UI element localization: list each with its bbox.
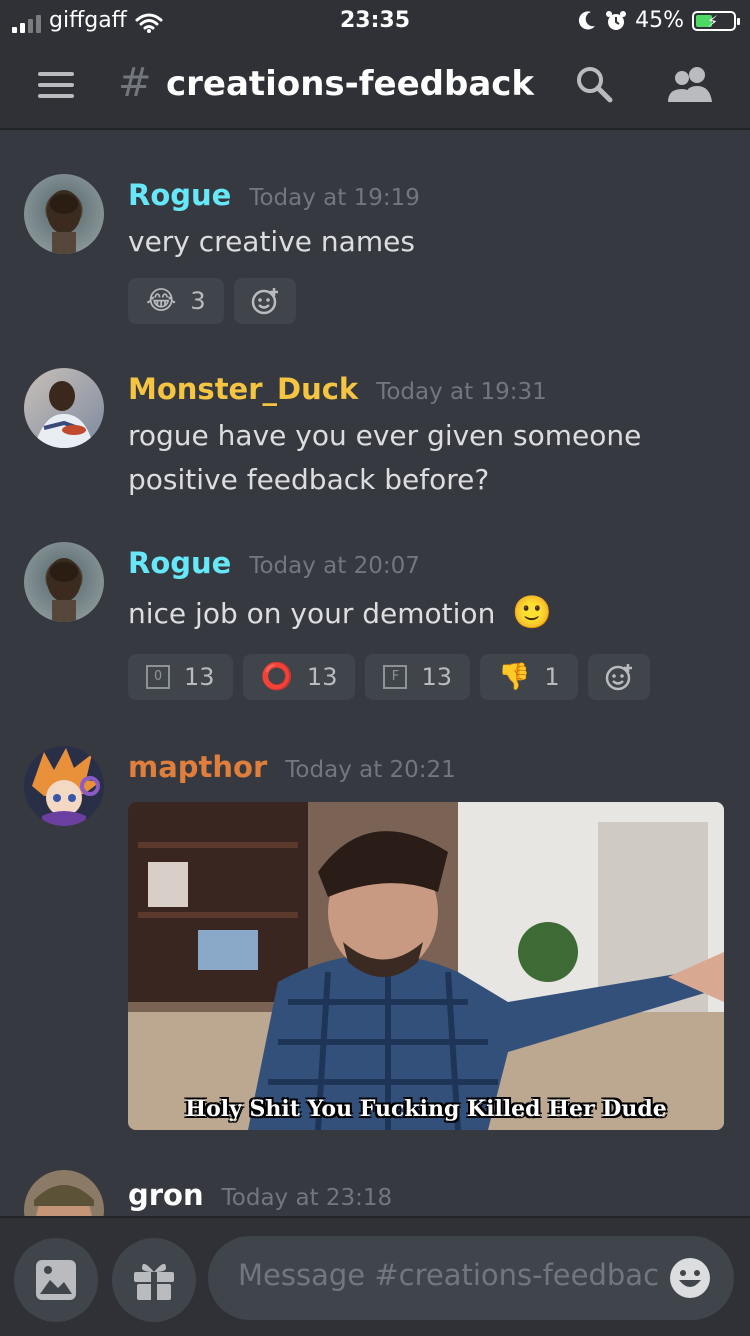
gift-button[interactable] xyxy=(112,1238,196,1322)
avatar[interactable] xyxy=(24,1170,104,1216)
reaction-joy[interactable]: 😂 3 xyxy=(128,278,224,324)
timestamp: Today at 19:19 xyxy=(249,185,420,211)
reaction-red-circle[interactable]: ⭕ 13 xyxy=(242,654,356,700)
reaction-letter-o[interactable]: O 13 xyxy=(128,654,233,700)
red-circle-emoji: ⭕ xyxy=(260,662,293,692)
reaction-count: 1 xyxy=(544,663,560,691)
gif-embed[interactable]: Holy Shit You Fucking Killed Her Dude xyxy=(128,802,724,1130)
avatar-face xyxy=(47,558,81,622)
avatar-face xyxy=(34,1185,94,1216)
reaction-thumbs-down[interactable]: 👎 1 xyxy=(480,654,578,700)
joy-emoji: 😂 xyxy=(146,286,177,316)
avatar[interactable] xyxy=(24,542,104,622)
username[interactable]: Rogue xyxy=(128,546,231,580)
message-text: very creative names xyxy=(128,225,415,258)
reaction-letter-f[interactable]: F 13 xyxy=(365,654,471,700)
add-reaction-button[interactable] xyxy=(233,278,296,324)
search-icon[interactable] xyxy=(574,64,614,104)
reaction-count: 13 xyxy=(306,663,338,691)
moon-icon xyxy=(579,10,596,29)
slightly-smiling-emoji: 🙂 xyxy=(512,593,553,631)
timestamp: Today at 20:07 xyxy=(249,553,420,579)
reactions: O 13 ⭕ 13 F 13 👎 1 xyxy=(128,654,650,700)
message-text: rogue have you ever given someone positi… xyxy=(128,419,642,496)
avatar[interactable] xyxy=(24,746,104,826)
add-reaction-icon xyxy=(605,664,632,691)
gift-icon xyxy=(134,1263,174,1300)
top-bar: giffgaff 23:35 45% ⚡ # creations-feedbac… xyxy=(0,0,750,130)
username[interactable]: mapthor xyxy=(128,750,267,784)
avatar-face xyxy=(47,190,81,254)
battery-percent: 45% xyxy=(635,8,684,33)
channel-header: # creations-feedback xyxy=(0,48,750,124)
timestamp: Today at 20:21 xyxy=(285,757,456,783)
battery-charging-icon: ⚡ xyxy=(692,10,740,31)
add-reaction-button[interactable] xyxy=(587,654,650,700)
message: gron Today at 23:18 xyxy=(0,1170,750,1216)
timestamp: Today at 23:18 xyxy=(221,1185,393,1211)
message-input-placeholder: Message #creations-feedback xyxy=(238,1258,658,1292)
channel-title: creations-feedback xyxy=(166,64,535,104)
channel-hash: # xyxy=(118,60,152,106)
image-upload-button[interactable] xyxy=(14,1238,98,1322)
username[interactable]: Rogue xyxy=(128,178,231,212)
thumbs-down-emoji: 👎 xyxy=(498,662,531,692)
emoji-icon[interactable] xyxy=(668,1256,712,1300)
message-text: nice job on your demotion xyxy=(128,597,496,630)
status-bar: giffgaff 23:35 45% ⚡ xyxy=(0,0,750,40)
gif-image xyxy=(128,802,724,1130)
reactions: 😂 3 xyxy=(128,278,296,324)
avatar[interactable] xyxy=(24,368,104,448)
reaction-count: 13 xyxy=(421,663,453,691)
reaction-count: 3 xyxy=(190,287,206,315)
image-icon xyxy=(36,1260,76,1300)
timestamp: Today at 19:31 xyxy=(376,379,547,405)
add-reaction-icon xyxy=(251,288,278,315)
menu-icon[interactable] xyxy=(38,72,74,98)
avatar[interactable] xyxy=(24,174,104,254)
composer-bar: Message #creations-feedback xyxy=(0,1216,750,1336)
avatar-face xyxy=(34,381,94,448)
reaction-count: 13 xyxy=(184,663,215,691)
avatar-anime-character xyxy=(32,748,100,826)
username[interactable]: gron xyxy=(128,1178,204,1212)
alarm-icon xyxy=(606,10,627,30)
username[interactable]: Monster_Duck xyxy=(128,372,358,406)
letter-f-emoji: F xyxy=(383,665,408,689)
letter-o-emoji: O xyxy=(146,665,170,689)
gif-caption: Holy Shit You Fucking Killed Her Dude xyxy=(185,1096,667,1122)
message-input[interactable]: Message #creations-feedback xyxy=(208,1236,734,1320)
members-icon[interactable] xyxy=(664,64,716,104)
